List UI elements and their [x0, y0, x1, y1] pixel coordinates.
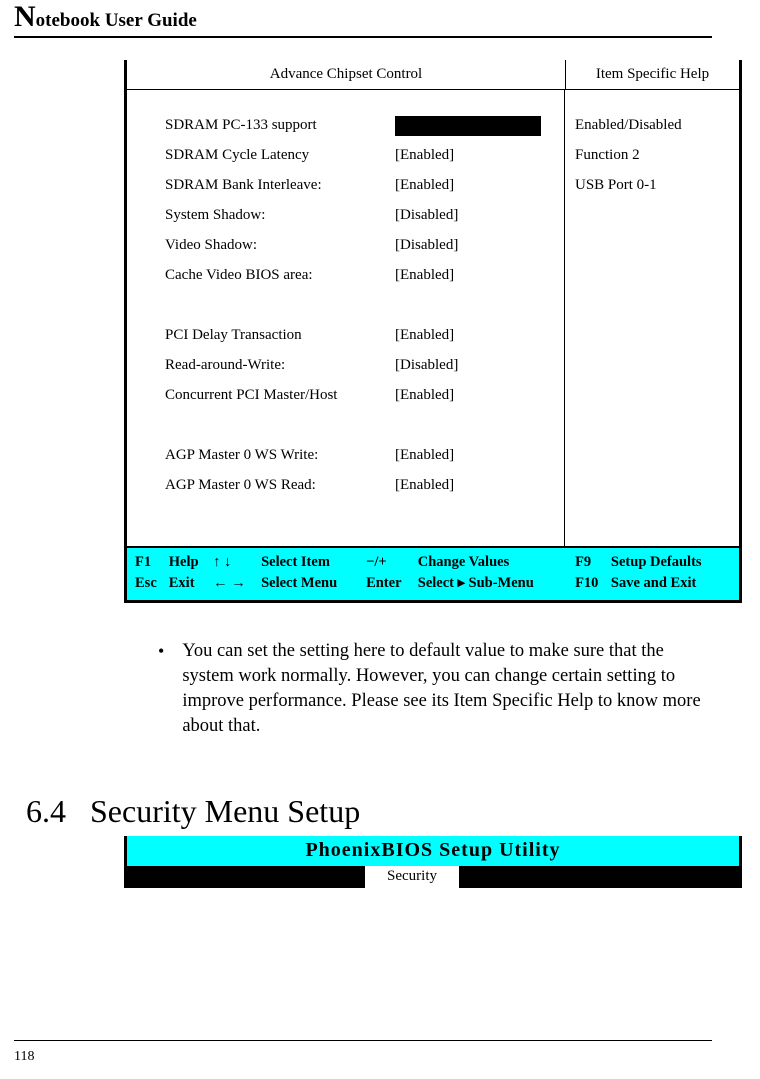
key-plus-minus: −/+: [364, 552, 416, 573]
bios-help-column: Enabled/Disabled Function 2 USB Port 0-1: [565, 90, 739, 546]
bios-setting-value[interactable]: [Enabled]: [395, 320, 564, 350]
section-number: 6.4: [26, 793, 66, 830]
running-header: Notebook User Guide: [14, 10, 712, 38]
footer-rule: [14, 1040, 712, 1041]
bios-setting-label: Video Shadow:: [165, 230, 395, 260]
bios-setting-row[interactable]: PCI Delay Transaction [Enabled]: [165, 320, 564, 350]
label-select-submenu: Select ▸ Sub-Menu: [416, 573, 573, 594]
tab-security[interactable]: Security: [365, 866, 459, 888]
bios-setting-value[interactable]: [Disabled]: [395, 200, 564, 230]
bios-setting-row[interactable]: Read-around-Write: [Disabled]: [165, 350, 564, 380]
bios-setting-value[interactable]: [Enabled]: [395, 440, 564, 470]
bios-setting-label: SDRAM Bank Interleave:: [165, 170, 395, 200]
label-select-item: Select Item: [259, 552, 364, 573]
bios-setting-row[interactable]: AGP Master 0 WS Write: [Enabled]: [165, 440, 564, 470]
phoenix-menubar[interactable]: Security: [127, 866, 739, 888]
bios-setting-value[interactable]: [Disabled]: [395, 230, 564, 260]
body-text-block: • You can set the setting here to defaul…: [144, 639, 712, 739]
section-heading: 6.4 Security Menu Setup: [26, 793, 712, 830]
label-change-values: Change Values: [416, 552, 573, 573]
bios-setting-row[interactable]: SDRAM Bank Interleave: [Enabled]: [165, 170, 564, 200]
header-rest: otebook User Guide: [36, 10, 197, 31]
bios-setting-label: AGP Master 0 WS Write:: [165, 440, 395, 470]
key-up-down: ↑ ↓: [211, 552, 259, 573]
label-select-menu: Select Menu: [259, 573, 364, 594]
bios-setting-label: SDRAM Cycle Latency: [165, 140, 395, 170]
bios-setting-label: PCI Delay Transaction: [165, 320, 395, 350]
bios-setting-row[interactable]: SDRAM Cycle Latency [Enabled]: [165, 140, 564, 170]
phoenix-title: PhoenixBIOS Setup Utility: [127, 836, 739, 866]
bios-setting-label: AGP Master 0 WS Read:: [165, 470, 395, 500]
label-exit: Exit: [167, 573, 211, 594]
help-line: Enabled/Disabled: [575, 110, 739, 140]
key-enter: Enter: [364, 573, 416, 594]
bios-setting-label: Read-around-Write:: [165, 350, 395, 380]
bios-setting-row[interactable]: Concurrent PCI Master/Host [Enabled]: [165, 380, 564, 410]
bios-setting-value[interactable]: [Enabled]: [395, 170, 564, 200]
bios-setting-row[interactable]: SDRAM PC-133 support: [165, 110, 564, 140]
bios-setting-label: System Shadow:: [165, 200, 395, 230]
bullet-paragraph: You can set the setting here to default …: [182, 639, 712, 739]
bios-setting-row[interactable]: AGP Master 0 WS Read: [Enabled]: [165, 470, 564, 500]
bios-header-title: Advance Chipset Control: [127, 60, 566, 89]
bios-setting-value[interactable]: [Enabled]: [395, 380, 564, 410]
bios-panel: Advance Chipset Control Item Specific He…: [124, 60, 742, 603]
bios-setting-value[interactable]: [Enabled]: [395, 470, 564, 500]
section-title: Security Menu Setup: [90, 793, 360, 830]
bios-header: Advance Chipset Control Item Specific He…: [127, 60, 739, 90]
bios-setting-row[interactable]: Cache Video BIOS area: [Enabled]: [165, 260, 564, 290]
selected-value-highlight[interactable]: [395, 116, 541, 136]
label-setup-defaults: Setup Defaults: [609, 552, 733, 573]
bios-setting-value[interactable]: [395, 110, 564, 140]
key-esc: Esc: [133, 573, 167, 594]
bios-header-help: Item Specific Help: [566, 60, 739, 89]
label-help: Help: [167, 552, 211, 573]
key-f1: F1: [133, 552, 167, 573]
key-f9: F9: [573, 552, 609, 573]
bios-setting-label: Cache Video BIOS area:: [165, 260, 395, 290]
bullet-icon: •: [144, 639, 164, 739]
bios-footer-keys: F1 Help ↑ ↓ Select Item −/+ Change Value…: [127, 546, 739, 600]
bios-setting-row[interactable]: Video Shadow: [Disabled]: [165, 230, 564, 260]
key-left-right: ← →: [211, 573, 259, 594]
bios-settings-column: SDRAM PC-133 support SDRAM Cycle Latency…: [127, 90, 565, 546]
footer-row-2: Esc Exit ← → Select Menu Enter Select ▸ …: [133, 573, 733, 594]
help-line: Function 2: [575, 140, 739, 170]
header-initial: N: [14, 0, 36, 33]
bios-setting-value[interactable]: [Enabled]: [395, 260, 564, 290]
bios-setting-row[interactable]: System Shadow: [Disabled]: [165, 200, 564, 230]
footer-row-1: F1 Help ↑ ↓ Select Item −/+ Change Value…: [133, 552, 733, 573]
help-line: USB Port 0-1: [575, 170, 739, 200]
bios-setting-value[interactable]: [Enabled]: [395, 140, 564, 170]
key-f10: F10: [573, 573, 609, 594]
phoenix-bios-box: PhoenixBIOS Setup Utility Security: [124, 836, 742, 888]
bios-setting-label: Concurrent PCI Master/Host: [165, 380, 395, 410]
bios-setting-label: SDRAM PC-133 support: [165, 110, 395, 140]
page-number: 118: [14, 1049, 34, 1065]
bios-setting-value[interactable]: [Disabled]: [395, 350, 564, 380]
label-save-exit: Save and Exit: [609, 573, 733, 594]
